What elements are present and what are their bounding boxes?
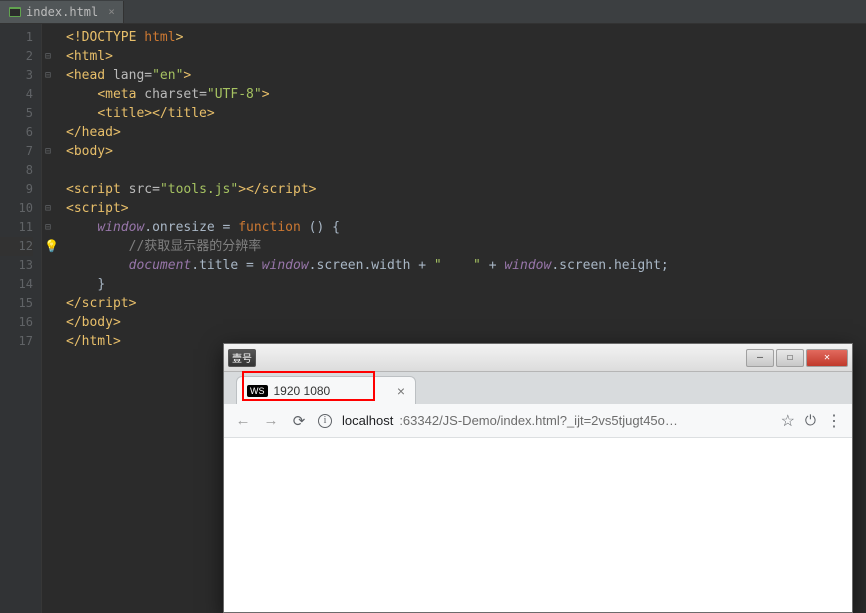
editor-tab-index-html[interactable]: index.html × <box>0 1 124 23</box>
power-icon[interactable]: ⏻ <box>805 412 816 429</box>
browser-viewport <box>224 438 852 612</box>
window-close-button[interactable]: ✕ <box>806 349 848 367</box>
code-editor[interactable]: 123 456 789 101112 131415 1617 ⊟⊟⊟ ⊟⊟ 💡 … <box>0 24 866 613</box>
browser-tab-strip: WS 1920 1080 × <box>224 372 852 404</box>
minimize-button[interactable]: — <box>746 349 774 367</box>
fold-column: ⊟⊟⊟ ⊟⊟ <box>42 24 54 613</box>
browser-tab[interactable]: WS 1920 1080 × <box>236 376 416 404</box>
address-bar: ← → ⟳ i localhost:63342/JS-Demo/index.ht… <box>224 404 852 438</box>
close-icon[interactable]: × <box>108 5 115 18</box>
tab-close-icon[interactable]: × <box>397 383 405 399</box>
browser-titlebar[interactable]: 壹号 — ☐ ✕ <box>224 344 852 372</box>
html-file-icon <box>8 5 22 19</box>
webstorm-favicon-icon: WS <box>247 385 268 397</box>
tab-filename: index.html <box>26 5 98 19</box>
browser-window: 壹号 — ☐ ✕ WS 1920 1080 × ← → ⟳ i localhos… <box>223 343 853 613</box>
editor-tab-bar: index.html × <box>0 0 866 24</box>
bookmark-star-icon[interactable]: ☆ <box>781 411 795 431</box>
maximize-button[interactable]: ☐ <box>776 349 804 367</box>
menu-dots-icon[interactable]: ⋮ <box>826 411 842 431</box>
reload-icon[interactable]: ⟳ <box>290 412 308 430</box>
forward-icon[interactable]: → <box>262 412 280 429</box>
browser-tab-title: 1920 1080 <box>274 384 331 398</box>
line-numbers: 123 456 789 101112 131415 1617 <box>0 24 42 613</box>
language-indicator[interactable]: 壹号 <box>228 349 256 367</box>
site-info-icon[interactable]: i <box>318 414 332 428</box>
url-field[interactable]: localhost:63342/JS-Demo/index.html?_ijt=… <box>342 413 771 428</box>
back-icon[interactable]: ← <box>234 412 252 429</box>
